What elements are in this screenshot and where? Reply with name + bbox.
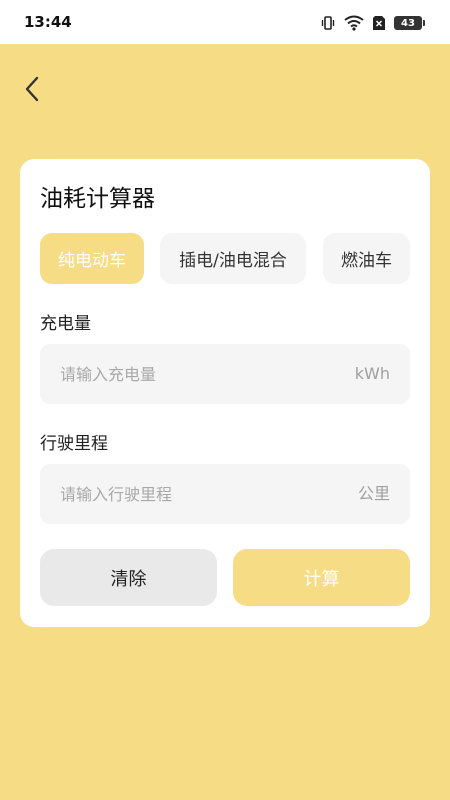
chevron-left-icon: [25, 76, 39, 102]
back-button[interactable]: [16, 72, 48, 106]
distance-input[interactable]: [60, 464, 320, 524]
tab-fuel[interactable]: 燃油车: [323, 233, 410, 284]
page-title: 油耗计算器: [40, 186, 155, 212]
vehicle-type-tabs: 纯电动车 插电/油电混合 燃油车: [40, 233, 410, 284]
charge-input[interactable]: [60, 344, 320, 404]
status-bar: 13:44 43: [0, 0, 450, 44]
calculator-card: 油耗计算器 纯电动车 插电/油电混合 燃油车 充电量 kWh 行驶里程 公里 清…: [20, 159, 430, 627]
battery-icon: 43: [394, 16, 425, 30]
tab-hybrid[interactable]: 插电/油电混合: [160, 233, 306, 284]
distance-field: 公里: [40, 464, 410, 524]
tab-electric[interactable]: 纯电动车: [40, 233, 144, 284]
vibrate-icon: [320, 15, 336, 31]
screen: 13:44 43 油耗计算器 纯电动车 插电/油电混合 燃油车 充电量 请输入充…: [0, 0, 450, 800]
charge-label: 充电量: [40, 314, 91, 334]
status-icons: 43: [320, 14, 425, 32]
charge-field: kWh: [40, 344, 410, 404]
status-time: 13:44: [24, 13, 72, 31]
sim-icon: [372, 15, 386, 31]
wifi-icon: [344, 15, 364, 31]
clear-button[interactable]: 清除: [40, 549, 217, 606]
distance-unit: 公里: [357, 484, 390, 503]
calculate-button[interactable]: 计算: [233, 549, 410, 606]
charge-unit: kWh: [354, 364, 390, 383]
distance-label: 行驶里程: [40, 434, 108, 454]
